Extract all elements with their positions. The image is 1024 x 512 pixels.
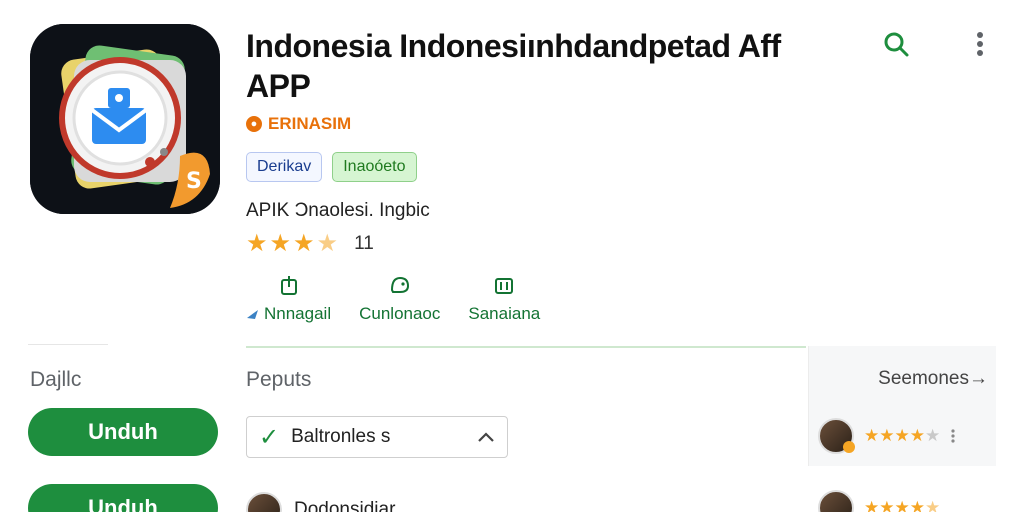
check-icon: ✓ bbox=[259, 423, 280, 451]
chip-tag[interactable]: Inaoóeto bbox=[332, 152, 417, 182]
chip-category[interactable]: Derikav bbox=[246, 152, 323, 182]
sidebar-label: Dajllc bbox=[30, 368, 82, 391]
star-icon: ★ bbox=[879, 498, 895, 512]
action-support[interactable]: Cunlonaoc bbox=[359, 274, 440, 324]
chevron-up-icon bbox=[478, 432, 494, 442]
section-title: Peputs bbox=[246, 368, 312, 391]
rating-count: 11 bbox=[354, 233, 374, 254]
review-author: Dodonsidiar bbox=[294, 499, 396, 512]
tag-chips: Derikav Inaoóeto bbox=[246, 152, 417, 182]
install-button[interactable]: Unduh bbox=[28, 408, 218, 456]
avatar bbox=[818, 490, 854, 512]
more-vert-icon[interactable] bbox=[950, 428, 956, 444]
action-share[interactable]: Nnnagail bbox=[246, 274, 331, 324]
star-icon: ★ bbox=[864, 426, 880, 445]
mini-rating: ★★★★★ bbox=[864, 424, 940, 448]
more-vert-icon[interactable] bbox=[964, 28, 996, 60]
mini-review[interactable]: ★★★★★ bbox=[818, 418, 956, 454]
review-row[interactable]: Dodonsidiar bbox=[246, 492, 395, 512]
app-meta: APIK Ɔnaolesi. Ingbic bbox=[246, 200, 430, 221]
star-icon: ★ bbox=[909, 498, 925, 512]
avatar bbox=[246, 492, 282, 512]
library-icon bbox=[495, 278, 514, 294]
svg-text:S: S bbox=[186, 169, 202, 194]
divider bbox=[246, 346, 806, 348]
action-row: Nnnagail Cunlonaoc Sanaiana bbox=[246, 274, 540, 324]
action-library[interactable]: Sanaiana bbox=[468, 274, 540, 324]
star-half-icon: ★ bbox=[925, 498, 941, 512]
arrow-icon bbox=[247, 310, 258, 319]
badge-icon bbox=[843, 441, 855, 453]
see-more-link[interactable]: Seemones→ bbox=[878, 368, 988, 390]
developer-name[interactable]: ● ERINASIM bbox=[246, 114, 351, 134]
action-library-label: Sanaiana bbox=[468, 304, 541, 323]
rating: ★ ★ ★ ★ 11 bbox=[246, 232, 374, 256]
developer-label: ERINASIM bbox=[268, 114, 352, 133]
star-icon: ★ bbox=[894, 498, 910, 512]
app-icon: S bbox=[30, 24, 220, 214]
mini-review[interactable]: ★★★★★ bbox=[818, 490, 940, 512]
filter-dropdown[interactable]: ✓ Baltronles s bbox=[246, 416, 508, 458]
star-half-icon: ★ bbox=[316, 230, 339, 257]
mini-rating: ★★★★★ bbox=[864, 496, 940, 512]
star-icon: ★ bbox=[894, 426, 910, 445]
star-icon: ★ bbox=[246, 230, 268, 257]
search-icon[interactable] bbox=[880, 28, 912, 60]
divider bbox=[28, 344, 108, 345]
action-support-label: Cunlonaoc bbox=[359, 304, 441, 323]
dropdown-value: Baltronles s bbox=[291, 426, 391, 447]
avatar bbox=[818, 418, 855, 454]
app-title: Indonesia Indonesiınhdandpetad Aff APP bbox=[246, 28, 781, 104]
star-icon: ★ bbox=[879, 426, 895, 445]
install-button-secondary[interactable]: Unduh bbox=[28, 484, 218, 512]
developer-badge-icon: ● bbox=[246, 116, 262, 132]
star-empty-icon: ★ bbox=[925, 426, 941, 445]
see-more-label: Seemones bbox=[878, 368, 969, 389]
arrow-right-icon: → bbox=[969, 368, 988, 389]
star-icon: ★ bbox=[864, 498, 880, 512]
support-icon bbox=[390, 276, 409, 293]
star-icon: ★ bbox=[269, 230, 292, 257]
top-actions bbox=[880, 28, 996, 60]
star-icon: ★ bbox=[909, 426, 925, 445]
action-share-label: Nnnagail bbox=[264, 304, 332, 323]
share-icon bbox=[280, 276, 297, 295]
star-icon: ★ bbox=[293, 230, 315, 257]
